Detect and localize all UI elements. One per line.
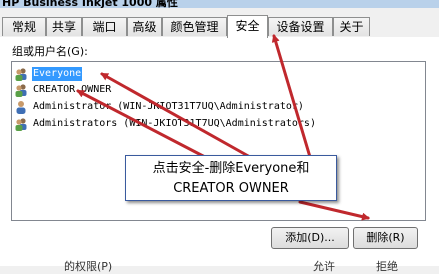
annotation-line2: CREATOR OWNER <box>173 181 289 196</box>
arrow-to-remove-button <box>298 200 370 221</box>
tab-security[interactable]: 安全 <box>227 15 268 38</box>
annotation-line1: 点击安全-删除Everyone和 <box>152 161 310 176</box>
annotation-callout: 点击安全-删除Everyone和 CREATOR OWNER <box>125 155 337 201</box>
arrow-to-security-tab <box>271 34 312 159</box>
annotation-arrows <box>76 34 370 221</box>
arrow-to-creator-owner <box>76 89 207 159</box>
